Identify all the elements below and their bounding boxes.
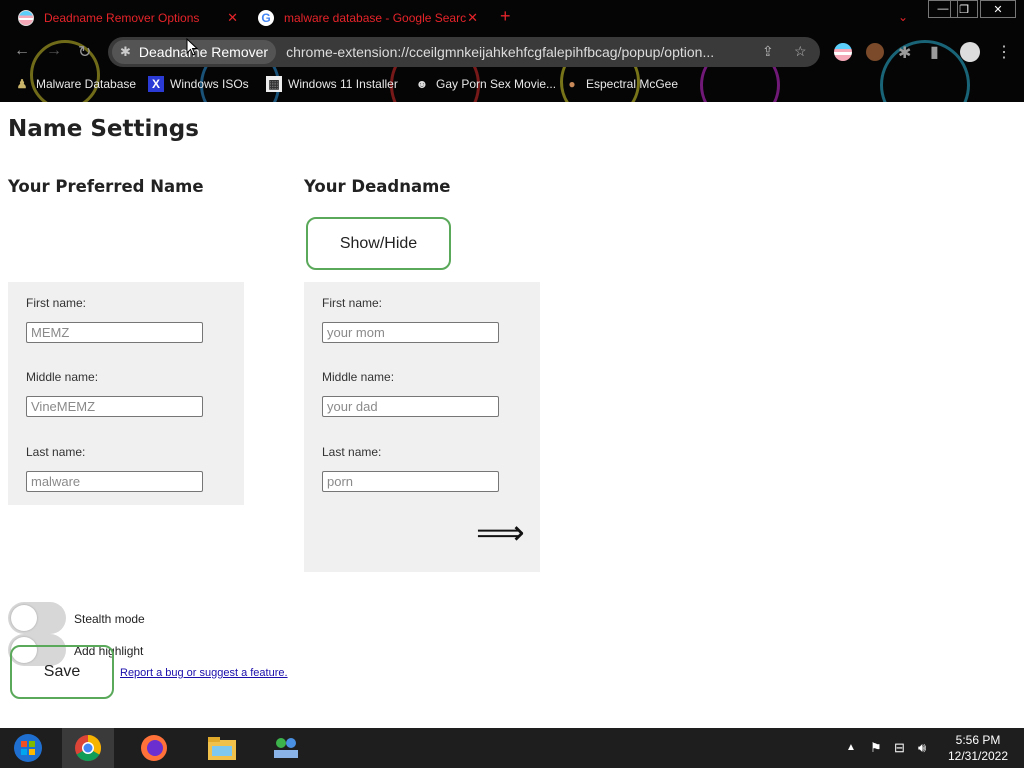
right-double-arrow-icon[interactable]: ⟹	[476, 516, 525, 550]
page-title: Name Settings	[8, 116, 199, 142]
tab-title: Deadname Remover Options	[44, 11, 200, 25]
bookmark-label: Espectral McGee	[586, 77, 679, 91]
person-icon: ♟	[16, 77, 28, 91]
deadname-heading: Your Deadname	[304, 177, 451, 196]
avatar-extension-icon[interactable]	[866, 43, 884, 61]
bookmark-windows-11-installer[interactable]: ▦ Windows 11 Installer	[266, 76, 398, 92]
site-chip-label: Deadname Remover	[138, 44, 269, 60]
bookmark-label: Windows 11 Installer	[288, 77, 398, 91]
clock-date: 12/31/2022	[947, 749, 1009, 763]
avatar-icon: ●	[568, 77, 576, 91]
preferred-last-name-input[interactable]	[26, 471, 203, 492]
preferred-name-panel: First name: Middle name: Last name:	[8, 282, 244, 505]
chrome-icon	[75, 734, 102, 762]
folder-icon	[208, 737, 236, 760]
url-text[interactable]: chrome-extension://cceilgmnkeijahkehfcgf…	[286, 44, 756, 60]
bookmark-label: Windows ISOs	[170, 77, 249, 91]
close-icon[interactable]: ✕	[227, 10, 238, 26]
profile-avatar[interactable]	[960, 42, 980, 62]
bookmark-label: Malware Database	[36, 77, 137, 91]
middle-name-label: Middle name:	[26, 370, 99, 384]
deadname-middle-name-input[interactable]	[322, 396, 499, 417]
restore-button[interactable]: ❐	[950, 0, 978, 18]
mouse-cursor-icon	[186, 38, 198, 56]
flag-icon[interactable]: ⚑	[870, 740, 882, 756]
bookmark-espectral-mcgee[interactable]: ● Espectral McGee	[564, 76, 678, 92]
windows-orb-icon	[14, 734, 42, 762]
bookmark-malware-database[interactable]: ♟ Malware Database	[14, 76, 136, 92]
star-icon[interactable]: ☆	[794, 43, 807, 60]
preferred-middle-name-input[interactable]	[26, 396, 203, 417]
save-button[interactable]: Save	[10, 645, 114, 699]
taskbar-file-explorer[interactable]	[196, 728, 248, 768]
bookmark-label: Gay Porn Sex Movie...	[436, 77, 557, 91]
middle-name-label: Middle name:	[322, 370, 395, 384]
network-icon[interactable]: ⊟	[894, 740, 905, 756]
preferred-name-heading: Your Preferred Name	[8, 177, 204, 196]
trans-flag-icon	[18, 10, 34, 26]
deadname-last-name-input[interactable]	[322, 471, 499, 492]
bookmark-movie[interactable]: ☻ Gay Porn Sex Movie...	[414, 76, 556, 92]
forward-arrow-icon[interactable]: →	[46, 42, 62, 60]
toolbar: ← → ↻ ✱ Deadname Remover chrome-extensio…	[0, 34, 1024, 70]
trans-flag-extension-icon[interactable]	[834, 43, 852, 61]
bookmark-windows-isos[interactable]: X Windows ISOs	[148, 76, 249, 92]
x-logo-icon: X	[148, 76, 164, 92]
speaker-icon[interactable]: 🔊︎	[918, 740, 926, 756]
start-button[interactable]	[2, 728, 54, 768]
puzzle-icon: ✱	[120, 44, 131, 59]
reload-icon[interactable]: ↻	[78, 42, 91, 62]
image-icon: ▦	[266, 76, 282, 92]
tab-title: malware database - Google Searc	[284, 11, 467, 25]
tab-google-search[interactable]: G malware database - Google Searc ✕	[250, 4, 486, 32]
chevron-up-icon[interactable]: ▲	[846, 742, 856, 753]
share-icon[interactable]: ⇪	[762, 43, 774, 60]
address-bar[interactable]: ✱ Deadname Remover chrome-extension://cc…	[108, 37, 820, 67]
last-name-label: Last name:	[26, 445, 86, 459]
google-icon: G	[258, 10, 274, 26]
puzzle-icon[interactable]: ✱	[898, 43, 911, 63]
back-arrow-icon[interactable]: ←	[14, 42, 30, 60]
taskbar-network-app[interactable]	[260, 728, 312, 768]
close-icon[interactable]: ✕	[467, 10, 478, 26]
side-panel-icon[interactable]: ▮	[930, 42, 939, 62]
taskbar-chrome[interactable]	[62, 728, 114, 768]
kebab-menu-icon[interactable]: ⋮	[996, 42, 1012, 62]
chevron-down-icon[interactable]: ⌄	[898, 10, 908, 24]
bookmarks-bar: ♟ Malware Database X Windows ISOs ▦ Wind…	[0, 72, 1024, 98]
show-hide-button[interactable]: Show/Hide	[306, 217, 451, 270]
browser-chrome: Deadname Remover Options ✕ G malware dat…	[0, 0, 1024, 102]
firefox-icon	[141, 735, 167, 761]
close-window-button[interactable]: ✕	[980, 0, 1016, 18]
windows-taskbar: ▲ ⚑ ⊟ 🔊︎ 5:56 PM 12/31/2022	[0, 728, 1024, 768]
clock-time: 5:56 PM	[955, 733, 1001, 747]
ghost-icon: ☻	[415, 77, 429, 91]
taskbar-firefox[interactable]	[128, 728, 180, 768]
report-bug-link[interactable]: Report a bug or suggest a feature.	[120, 667, 288, 679]
preferred-first-name-input[interactable]	[26, 322, 203, 343]
deadname-first-name-input[interactable]	[322, 322, 499, 343]
taskbar-clock[interactable]: 5:56 PM 12/31/2022	[940, 732, 1016, 764]
tab-strip: Deadname Remover Options ✕ G malware dat…	[0, 0, 1024, 34]
stealth-mode-toggle[interactable]	[8, 602, 66, 634]
deadname-panel: First name: Middle name: Last name: ⟹	[304, 282, 540, 572]
tab-deadname-remover-options[interactable]: Deadname Remover Options ✕	[10, 4, 246, 32]
network-people-icon	[274, 738, 298, 758]
toggle-knob	[11, 605, 37, 631]
stealth-mode-label: Stealth mode	[74, 612, 145, 626]
last-name-label: Last name:	[322, 445, 382, 459]
first-name-label: First name:	[322, 296, 383, 310]
options-page: Name Settings Your Preferred Name Your D…	[0, 38, 1024, 728]
plus-icon[interactable]: +	[500, 6, 511, 27]
first-name-label: First name:	[26, 296, 87, 310]
